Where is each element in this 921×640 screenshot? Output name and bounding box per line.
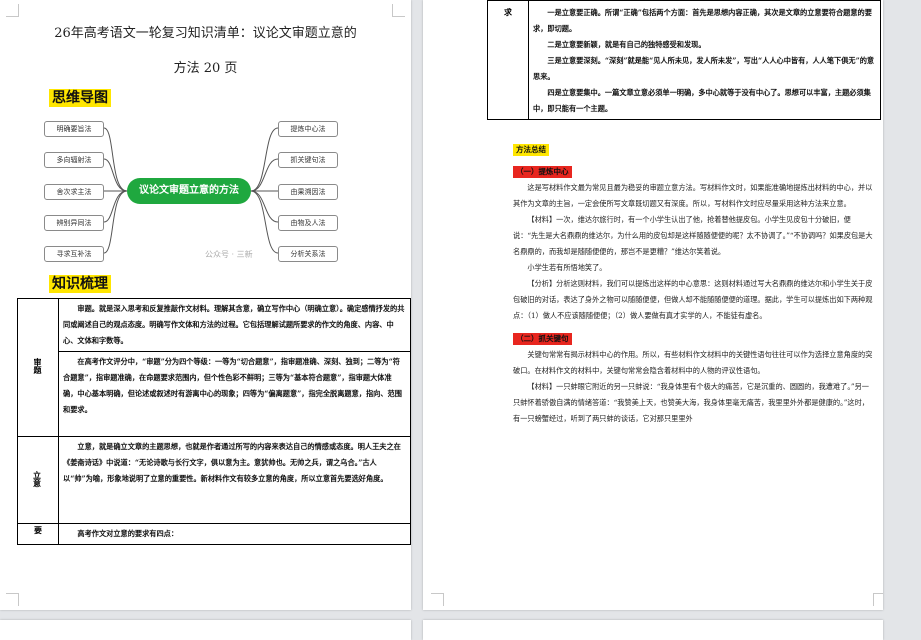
knowledge-table: 审题 审题。就是深入思考和反复推敲作文材料。理解其含意，确立写作中心（明确立意）… bbox=[17, 298, 411, 545]
mindmap-node-right-3: 由果溯因法 bbox=[278, 184, 338, 200]
mindmap-connectors bbox=[103, 127, 279, 254]
row-label: 审题 bbox=[33, 357, 43, 374]
row-label: 要 bbox=[34, 525, 42, 535]
paragraph: 四是立意要集中。一篇文章立意必须单一明确，多中心就等于没有中心了。思想可以丰富，… bbox=[533, 88, 871, 113]
table-row: 要 高考作文对立意的要求有四点： bbox=[17, 523, 411, 545]
mindmap-node-left-4: 辨别异同法 bbox=[44, 215, 104, 231]
table-row: 立意 立意，就是确立文章的主题思想，也就是作者通过所写的内容来表达自己的情感或态… bbox=[17, 436, 411, 524]
paragraph: 在高考作文评分中，“审题”分为四个等级：一等为“切合题意”，指审题准确、深刻、独… bbox=[63, 357, 402, 414]
row-label-cell: 要 bbox=[17, 523, 59, 545]
mindmap-node-left-2: 多向辐射法 bbox=[44, 152, 104, 168]
page-corner-mark bbox=[6, 593, 19, 606]
document-page-next-left bbox=[0, 620, 411, 640]
content-cell: 一是立意要正确。所谓“正确”包括两个方面：首先是思想内容正确，其次是文章的立意要… bbox=[528, 0, 881, 120]
paragraph: 【材料】一只蚌眼它附近的另一只蚌说：“我身体里有个极大的痛苦，它是沉重的、圆圆的… bbox=[513, 382, 869, 423]
paragraph: 立意，就是确立文章的主题思想，也就是作者通过所写的内容来表达自己的情感或态度。明… bbox=[63, 442, 401, 483]
content-cell: 在高考作文评分中，“审题”分为四个等级：一等为“切合题意”，指审题准确、深刻、独… bbox=[58, 351, 411, 437]
content-cell: 高考作文对立意的要求有四点： bbox=[58, 523, 411, 545]
paragraph: 关键句常常有揭示材料中心的作用。所以，有些材料作文材料中的关键性语句往往可以作为… bbox=[513, 350, 873, 375]
row-label-cell: 审题 bbox=[17, 298, 59, 437]
mindmap-center-node: 议论文审题立意的方法 bbox=[127, 178, 251, 204]
table-row: 在高考作文评分中，“审题”分为四个等级：一等为“切合题意”，指审题准确、深刻、独… bbox=[18, 351, 411, 437]
method1-tag: （一）提炼中心 bbox=[513, 166, 572, 178]
paragraph: 审题。就是深入思考和反复推敲作文材料。理解其含意，确立写作中心（明确立意）。确定… bbox=[63, 304, 405, 345]
content-cell: 立意，就是确立文章的主题思想，也就是作者通过所写的内容来表达自己的情感或态度。明… bbox=[58, 436, 411, 524]
mindmap-node-right-1: 提炼中心法 bbox=[278, 121, 338, 137]
mindmap-node-left-5: 寻求互补法 bbox=[44, 246, 104, 262]
table-row: 求 一是立意要正确。所谓“正确”包括两个方面：首先是思想内容正确，其次是文章的立… bbox=[487, 0, 881, 120]
method2-tag: （二）抓关键句 bbox=[513, 333, 572, 345]
paragraph: 一是立意要正确。所谓“正确”包括两个方面：首先是思想内容正确，其次是文章的立意要… bbox=[533, 8, 872, 33]
mindmap-node-left-3: 舍次求主法 bbox=[44, 184, 104, 200]
content-cell: 审题。就是深入思考和反复推敲作文材料。理解其含意，确立写作中心（明确立意）。确定… bbox=[58, 298, 411, 352]
paragraph: 小学生若有所悟地笑了。 bbox=[527, 263, 607, 272]
paragraph: 高考作文对立意的要求有四点： bbox=[77, 529, 179, 538]
document-page-right: 求 一是立意要正确。所谓“正确”包括两个方面：首先是思想内容正确，其次是文章的立… bbox=[423, 0, 883, 610]
requirements-table: 求 一是立意要正确。所谓“正确”包括两个方面：首先是思想内容正确，其次是文章的立… bbox=[487, 0, 881, 120]
knowledge-heading: 知识梳理 bbox=[49, 275, 111, 293]
row-label: 求 bbox=[504, 7, 512, 17]
paragraph: 【分析】分析这则材料，我们可以提炼出这样的中心意思：这则材料通过写大名鼎鼎的维达… bbox=[513, 279, 873, 320]
paragraph: 这是写材料作文最为常见且最为稳妥的审题立意方法。写材料作文时，如果能准确地提炼出… bbox=[513, 183, 873, 208]
page-corner-mark bbox=[431, 593, 444, 606]
methods-section: 方法总结 （一）提炼中心 这是写材料作文最为常见且最为稳妥的审题立意方法。写材料… bbox=[513, 137, 875, 427]
document-page-next-right bbox=[423, 620, 883, 640]
mindmap-node-right-2: 抓关键句法 bbox=[278, 152, 338, 168]
page-corner-mark bbox=[873, 593, 883, 606]
paragraph: 【材料】一次，维达尔旅行时，有一个小学生认出了他，抢着替他提皮包。小学生见皮包十… bbox=[513, 215, 873, 256]
paragraph: 三是立意要深刻。“深刻”就是能“见人所未见，发人所未发”，写出“人人心中皆有，人… bbox=[533, 56, 875, 81]
methods-heading: 方法总结 bbox=[513, 144, 549, 156]
document-page-left: 26年高考语文一轮复习知识清单：议论文审题立意的 方法 20 页 思维导图 明确… bbox=[0, 0, 411, 610]
mindmap-node-right-5: 分析关系法 bbox=[278, 246, 338, 262]
watermark-text: 公众号 · 三新 bbox=[205, 250, 253, 259]
row-label-cell: 立意 bbox=[17, 436, 59, 524]
table-row: 审题 审题。就是深入思考和反复推敲作文材料。理解其含意，确立写作中心（明确立意）… bbox=[17, 298, 411, 437]
row-label: 立意 bbox=[32, 471, 43, 487]
mindmap-node-left-1: 明确要旨法 bbox=[44, 121, 104, 137]
mindmap-node-right-4: 由物及人法 bbox=[278, 215, 338, 231]
row-label-cell: 求 bbox=[487, 0, 529, 120]
paragraph: 二是立意要新颖，就是有自己的独特感受和发现。 bbox=[547, 40, 706, 49]
